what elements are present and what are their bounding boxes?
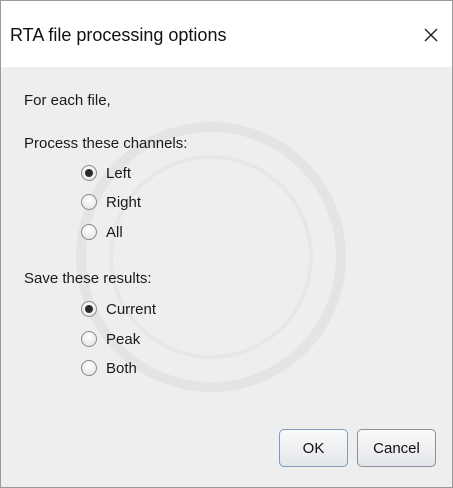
radio-channel-right[interactable]: Right <box>81 191 141 213</box>
radio-label: Both <box>106 359 137 377</box>
results-heading: Save these results: <box>24 270 152 287</box>
radio-button[interactable] <box>81 331 97 347</box>
radio-button[interactable] <box>81 360 97 376</box>
radio-channel-left[interactable]: Left <box>81 162 131 184</box>
dialog-window: RTA file processing options For each fil… <box>0 0 453 488</box>
radio-channel-all[interactable]: All <box>81 221 123 243</box>
cancel-button[interactable]: Cancel <box>357 429 436 467</box>
ok-button[interactable]: OK <box>279 429 348 467</box>
title-bar: RTA file processing options <box>1 1 452 67</box>
close-icon <box>424 28 438 42</box>
radio-result-both[interactable]: Both <box>81 357 137 379</box>
dialog-content: For each file, Process these channels: L… <box>1 67 452 487</box>
channels-heading: Process these channels: <box>24 135 188 152</box>
radio-label: All <box>106 223 123 241</box>
radio-label: Left <box>106 164 132 182</box>
radio-label: Current <box>106 300 157 318</box>
radio-label: Peak <box>106 330 141 348</box>
window-title: RTA file processing options <box>10 25 227 45</box>
radio-button[interactable] <box>81 194 97 210</box>
close-button[interactable] <box>410 13 452 57</box>
radio-result-peak[interactable]: Peak <box>81 328 140 350</box>
radio-button[interactable] <box>81 224 97 240</box>
intro-text: For each file, <box>24 92 111 109</box>
radio-button[interactable] <box>81 165 97 181</box>
radio-result-current[interactable]: Current <box>81 298 156 320</box>
radio-button[interactable] <box>81 301 97 317</box>
radio-label: Right <box>106 193 142 211</box>
